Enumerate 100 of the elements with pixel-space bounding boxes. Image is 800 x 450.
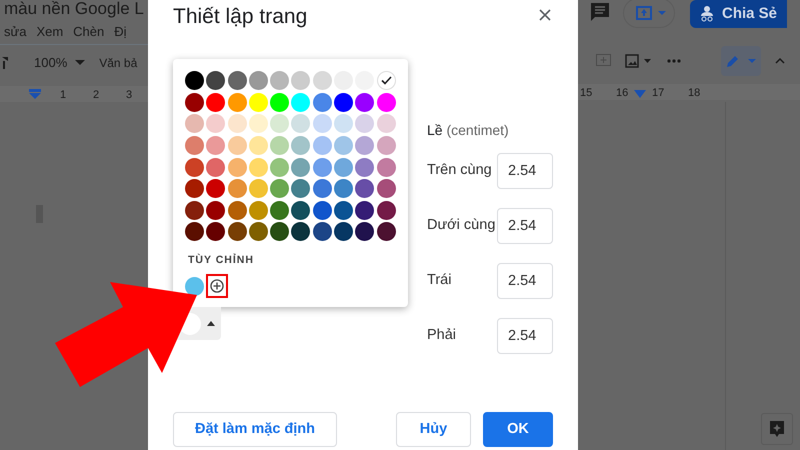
color-swatch[interactable]	[291, 200, 310, 220]
color-swatch[interactable]	[291, 92, 310, 112]
color-swatch[interactable]	[228, 179, 247, 198]
color-swatch[interactable]	[248, 92, 268, 112]
margin-input[interactable]: 2.54	[497, 152, 553, 189]
color-swatch[interactable]	[291, 114, 310, 134]
color-swatch[interactable]	[376, 158, 396, 177]
color-swatch[interactable]	[248, 179, 268, 198]
color-swatch[interactable]	[185, 92, 204, 112]
menu-item[interactable]: Xem	[36, 22, 64, 44]
color-swatch[interactable]	[376, 92, 396, 112]
color-swatch[interactable]	[312, 158, 332, 177]
ok-button[interactable]: OK	[483, 412, 553, 447]
color-swatch[interactable]	[334, 114, 354, 134]
more-icon[interactable]	[667, 59, 681, 63]
color-swatch[interactable]	[355, 222, 374, 242]
color-swatch[interactable]	[334, 222, 354, 242]
color-swatch[interactable]	[376, 200, 396, 220]
color-swatch[interactable]	[291, 136, 310, 155]
color-swatch[interactable]	[185, 114, 204, 134]
color-swatch[interactable]	[206, 114, 226, 134]
color-swatch[interactable]	[376, 71, 396, 90]
color-swatch[interactable]	[376, 222, 396, 242]
zoom-dropdown[interactable]: 100%	[34, 52, 86, 72]
menu-item[interactable]: Chèn	[73, 22, 104, 44]
color-swatch[interactable]	[185, 136, 204, 155]
share-button[interactable]: Chia Sẻ	[690, 0, 788, 28]
color-swatch[interactable]	[376, 179, 396, 198]
color-swatch[interactable]	[248, 136, 268, 155]
color-swatch[interactable]	[334, 92, 354, 112]
paint-format-icon[interactable]	[2, 56, 10, 70]
color-swatch[interactable]	[355, 92, 374, 112]
color-swatch[interactable]	[376, 136, 396, 155]
color-swatch[interactable]	[312, 222, 332, 242]
color-swatch[interactable]	[270, 200, 290, 220]
cancel-button[interactable]: Hủy	[396, 412, 471, 447]
color-swatch[interactable]	[206, 179, 226, 198]
margin-input[interactable]: 2.54	[497, 208, 553, 244]
color-swatch[interactable]	[355, 114, 374, 134]
image-icon[interactable]	[625, 54, 653, 68]
add-color-button[interactable]	[207, 275, 227, 298]
color-swatch[interactable]	[206, 200, 226, 220]
color-swatch[interactable]	[376, 114, 396, 134]
color-swatch[interactable]	[355, 200, 374, 220]
color-swatch[interactable]	[270, 179, 290, 198]
color-swatch[interactable]	[291, 179, 310, 198]
color-swatch[interactable]	[206, 158, 226, 177]
color-swatch[interactable]	[334, 179, 354, 198]
color-swatch[interactable]	[270, 158, 290, 177]
color-swatch[interactable]	[270, 136, 290, 155]
color-swatch[interactable]	[270, 222, 290, 242]
explore-icon[interactable]	[761, 413, 793, 445]
color-swatch[interactable]	[248, 158, 268, 177]
color-swatch[interactable]	[334, 158, 354, 177]
comment-icon[interactable]	[590, 2, 610, 22]
color-swatch[interactable]	[228, 114, 247, 134]
color-swatch[interactable]	[312, 136, 332, 155]
color-swatch[interactable]	[206, 136, 226, 155]
color-swatch[interactable]	[206, 71, 226, 90]
color-swatch[interactable]	[312, 71, 332, 90]
color-swatch[interactable]	[334, 200, 354, 220]
style-dropdown[interactable]: Văn bả	[99, 54, 138, 72]
color-swatch[interactable]	[228, 158, 247, 177]
color-swatch[interactable]	[355, 158, 374, 177]
color-swatch[interactable]	[270, 92, 290, 112]
color-swatch[interactable]	[291, 71, 310, 90]
color-swatch[interactable]	[185, 179, 204, 198]
color-swatch[interactable]	[228, 136, 247, 155]
color-swatch[interactable]	[291, 158, 310, 177]
color-swatch[interactable]	[228, 71, 247, 90]
color-swatch[interactable]	[206, 222, 226, 242]
color-swatch[interactable]	[185, 71, 204, 90]
color-swatch[interactable]	[185, 276, 204, 296]
color-swatch[interactable]	[270, 71, 290, 90]
color-swatch[interactable]	[185, 222, 204, 242]
color-swatch[interactable]	[228, 92, 247, 112]
margin-input[interactable]: 2.54	[497, 262, 553, 299]
color-swatch[interactable]	[228, 200, 247, 220]
set-default-button[interactable]: Đặt làm mặc định	[173, 412, 337, 447]
color-swatch[interactable]	[355, 179, 374, 198]
color-swatch[interactable]	[334, 136, 354, 155]
color-swatch[interactable]	[228, 222, 247, 242]
color-swatch[interactable]	[312, 200, 332, 220]
color-swatch[interactable]	[312, 92, 332, 112]
color-swatch[interactable]	[291, 222, 310, 242]
color-swatch[interactable]	[248, 200, 268, 220]
indent-marker-icon[interactable]	[634, 90, 646, 98]
menu-item[interactable]: sửa	[4, 22, 26, 44]
indent-marker-icon[interactable]	[29, 89, 41, 99]
color-swatch[interactable]	[248, 114, 268, 134]
color-swatch[interactable]	[185, 200, 204, 220]
color-swatch[interactable]	[206, 92, 226, 112]
color-swatch[interactable]	[355, 136, 374, 155]
margin-input[interactable]: 2.54	[497, 318, 553, 354]
color-swatch[interactable]	[248, 71, 268, 90]
color-swatch[interactable]	[312, 114, 332, 134]
color-swatch[interactable]	[312, 179, 332, 198]
color-swatch[interactable]	[270, 114, 290, 134]
color-swatch[interactable]	[248, 222, 268, 242]
collapse-icon[interactable]	[775, 58, 785, 64]
